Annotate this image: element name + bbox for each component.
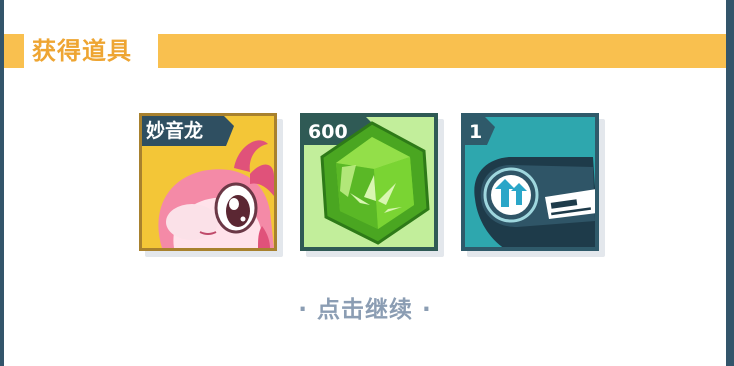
title-bar: 获得道具 (4, 34, 726, 70)
reward-card: 600 (300, 113, 438, 251)
reward-card: 妙音龙 (139, 113, 277, 251)
reward-item-dragon[interactable]: 妙音龙 (139, 113, 283, 257)
item-quantity-label: 1 (469, 121, 483, 143)
dialog-title: 获得道具 (32, 37, 132, 65)
reward-item-gem[interactable]: 600 (300, 113, 444, 257)
block-card-icon (465, 117, 595, 247)
reward-dialog[interactable]: 获得道具 妙音龙 600 1 · 点击继续 · (4, 0, 726, 366)
reward-card: 1 (461, 113, 599, 251)
item-quantity-label: 妙音龙 (146, 120, 204, 142)
title-accent-bar (158, 34, 726, 68)
tap-to-continue-label[interactable]: · 点击继续 · (4, 290, 726, 324)
title-accent-tab (4, 34, 24, 68)
reward-item-block-card[interactable]: 1 (461, 113, 605, 257)
item-quantity-label: 600 (308, 121, 348, 143)
